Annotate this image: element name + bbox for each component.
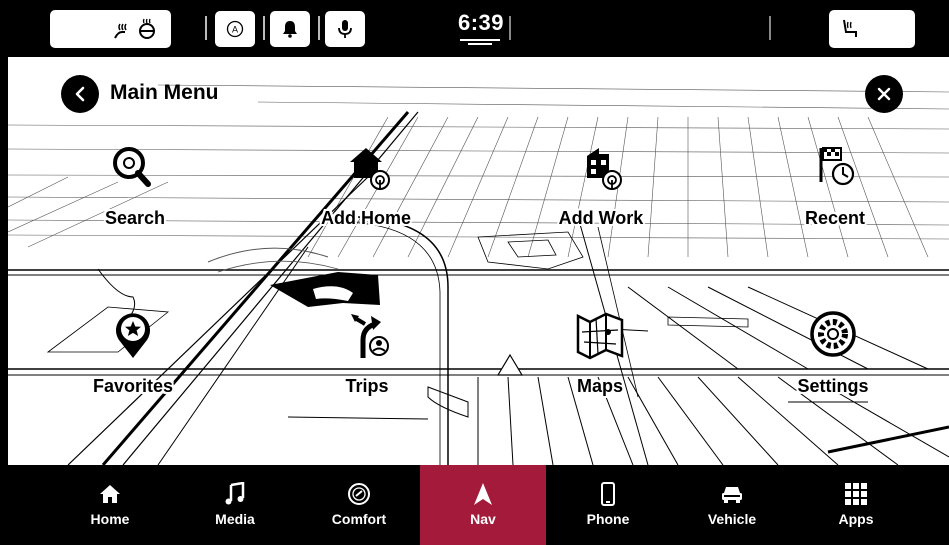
menu-item-favorites[interactable]: Favorites [43,310,223,410]
menu-item-trips[interactable]: Trips [277,310,457,410]
navigation-arrow-icon [474,483,492,505]
nav-label: Apps [838,511,874,527]
menu-item-label: Maps [576,376,623,396]
maps-icon [576,312,624,360]
car-icon [722,487,742,503]
auto-hold-icon: A [226,20,244,38]
menu-item-label: Trips [345,376,389,396]
nav-label: Home [90,511,130,527]
search-icon [113,147,151,187]
menu-item-label: Add Work [558,208,644,228]
menu-item-recent[interactable]: Recent [745,142,925,242]
clock-underline [460,39,500,41]
settings-gear-icon [810,311,856,357]
trips-icon [351,314,389,358]
status-bar: A 6:39 [0,0,949,57]
menu-item-label: Settings [797,376,869,396]
menu-item-label: Recent [804,208,866,228]
notifications-bell-icon [283,21,297,38]
nav-label: Vehicle [707,511,757,527]
close-icon [877,87,891,101]
nav-home[interactable]: Home [47,465,173,545]
clock: 6:39 [458,10,505,35]
home-icon [100,485,120,503]
driver-climate-pill[interactable] [50,10,171,48]
apps-grid-icon [845,483,867,505]
nav-nav[interactable]: Nav [420,465,546,545]
clock-underline [468,43,492,45]
menu-item-add-work[interactable]: Add Work [511,142,691,242]
nav-label: Media [215,511,255,527]
nav-comfort[interactable]: Comfort [296,465,422,545]
nav-media[interactable]: Media [172,465,298,545]
bottom-navigation: Home Media Comfort Nav Phone Vehicle App… [0,465,949,545]
home-add-icon [350,148,390,190]
nav-vehicle[interactable]: Vehicle [669,465,795,545]
voice-button[interactable] [325,11,365,47]
divider [509,16,511,40]
back-button[interactable] [61,75,99,113]
menu-item-settings[interactable]: Settings [743,310,923,410]
close-button[interactable] [865,75,903,113]
nav-phone[interactable]: Phone [545,465,671,545]
favorites-pin-icon [116,313,150,358]
page-title: Main Menu [110,81,219,104]
menu-item-add-home[interactable]: Add Home [276,142,456,242]
nav-label: Phone [586,511,630,527]
auto-hold-button[interactable]: A [215,11,255,47]
notifications-button[interactable] [270,11,310,47]
nav-apps[interactable]: Apps [793,465,919,545]
divider [318,16,320,40]
divider [769,16,771,40]
voice-microphone-icon [338,20,352,38]
work-add-icon [587,148,622,190]
divider [205,16,207,40]
passenger-climate-pill[interactable] [829,10,915,48]
chevron-left-icon [75,86,85,102]
passenger-heated-seat-icon[interactable] [839,18,861,40]
menu-item-label: Add Home [321,208,411,228]
divider [263,16,265,40]
recent-history-icon [819,147,855,186]
nav-label: Comfort [331,511,387,527]
menu-item-maps[interactable]: Maps [510,310,690,410]
music-note-icon [225,482,245,505]
menu-item-label: Favorites [92,376,174,396]
phone-icon [601,482,615,506]
svg-text:A: A [232,25,238,35]
nav-label: Nav [470,511,496,527]
navigation-main-menu: Main Menu Search Add Home Add Work Recen… [8,57,949,465]
comfort-icon [348,483,370,505]
menu-item-label: Search [104,208,166,228]
heated-seat-icon[interactable] [136,18,158,40]
heated-steering-wheel-icon[interactable] [112,18,134,40]
menu-item-search[interactable]: Search [45,142,225,242]
